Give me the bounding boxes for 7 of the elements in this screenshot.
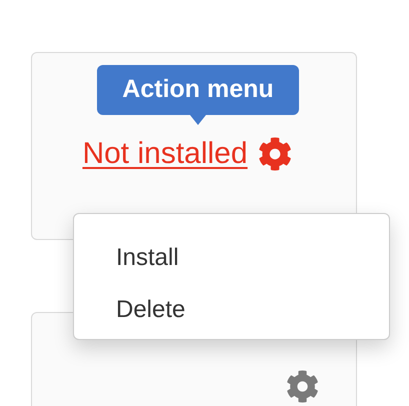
status-link[interactable]: Not installed [82, 137, 248, 171]
tooltip: Action menu [97, 65, 299, 115]
menu-item[interactable]: Delete [74, 284, 389, 336]
menu-item[interactable]: Install [74, 232, 389, 284]
tooltip-arrow [190, 115, 206, 125]
settings-icon[interactable] [286, 370, 319, 403]
settings-icon[interactable] [258, 137, 292, 171]
